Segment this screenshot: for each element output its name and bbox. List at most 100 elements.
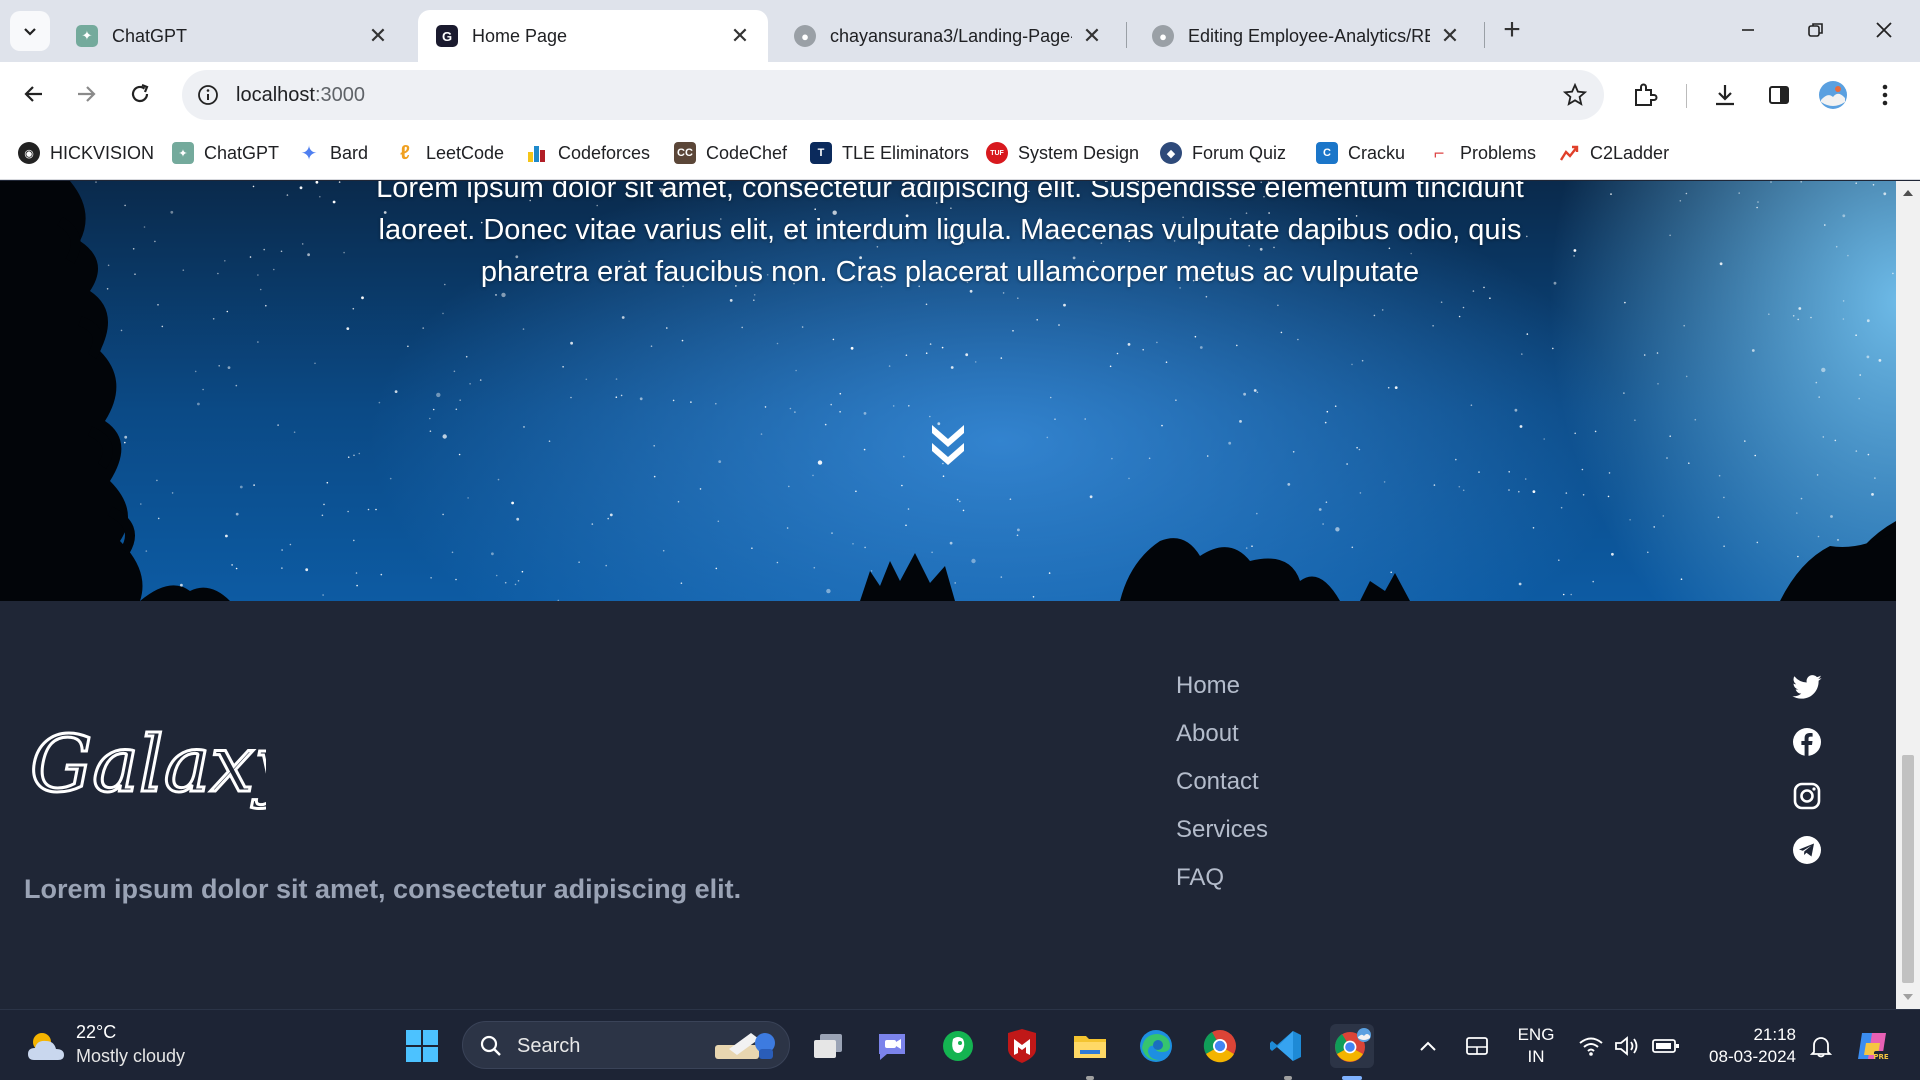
footer-link-home[interactable]: Home [1176,671,1268,719]
weather-temperature[interactable]: 22°C [76,1022,116,1043]
bookmark-c2ladder[interactable]: C2Ladder [1558,138,1669,168]
bookmark-tle-eliminators[interactable]: T TLE Eliminators [810,138,969,168]
back-button[interactable] [14,74,54,114]
edge-browser-icon[interactable] [1134,1024,1178,1068]
close-window-button[interactable] [1854,8,1914,52]
bookmark-bard[interactable]: ✦ Bard [298,138,368,168]
tab-search-button[interactable] [10,11,50,51]
extensions-icon[interactable] [1626,76,1664,114]
bookmark-codechef[interactable]: CC CodeChef [674,138,787,168]
arrow-left-icon [24,86,42,102]
star [653,445,655,447]
telegram-icon[interactable] [1790,833,1824,867]
star [180,583,183,587]
volume-icon[interactable] [1612,1024,1642,1068]
side-panel-icon[interactable] [1760,76,1798,114]
chrome-profile-active-icon[interactable] [1330,1024,1374,1068]
copilot-icon[interactable]: PRE [1852,1024,1892,1068]
star [621,316,625,319]
forward-button[interactable] [66,74,106,114]
tab-github-landing[interactable]: ● chayansurana3/Landing-Page-T ✕ [776,10,1120,62]
system-clock[interactable]: 21:18 08-03-2024 [1696,1024,1796,1068]
star [1669,234,1671,237]
star [1757,201,1759,203]
close-icon[interactable]: ✕ [1440,23,1460,49]
download-icon[interactable] [1706,76,1744,114]
evernote-icon[interactable] [936,1024,980,1068]
bookmark-cracku[interactable]: C Cracku [1316,138,1405,168]
restore-button[interactable] [1786,8,1846,52]
star [323,503,325,506]
footer-link-faq[interactable]: FAQ [1176,863,1268,911]
profile-avatar-icon[interactable] [1814,76,1852,114]
star [852,543,854,545]
footer-link-about[interactable]: About [1176,719,1268,767]
star [465,355,468,358]
bookmark-codeforces[interactable]: Codeforces [526,138,650,168]
vscode-icon[interactable] [1264,1024,1308,1068]
site-info-icon[interactable] [194,81,222,109]
star [1815,381,1818,384]
star [249,256,252,258]
tab-home-page[interactable]: G Home Page ✕ [418,10,768,62]
windows-start-icon[interactable] [400,1024,444,1068]
page-scrollbar[interactable] [1896,181,1920,1009]
battery-icon[interactable] [1650,1024,1682,1068]
star [1866,319,1870,323]
menu-kebab-icon[interactable] [1866,76,1904,114]
close-icon[interactable]: ✕ [1082,23,1102,49]
star [1570,593,1572,596]
close-icon[interactable]: ✕ [368,23,388,49]
mcafee-icon[interactable] [1000,1024,1044,1068]
minimize-button[interactable] [1718,8,1778,52]
bookmark-forum-quiz[interactable]: ◆ Forum Quiz [1160,138,1286,168]
bookmark-hickvision[interactable]: ◉ HICKVISION [18,138,154,168]
address-bar[interactable]: localhost:3000 [182,70,1604,120]
footer-link-services[interactable]: Services [1176,815,1268,863]
chrome-icon[interactable] [1198,1024,1242,1068]
notification-bell-icon[interactable] [1806,1024,1836,1068]
double-chevron-down-icon[interactable] [926,421,970,469]
task-view-icon[interactable] [806,1024,850,1068]
show-hidden-icons-chevron-up-icon[interactable] [1414,1024,1442,1068]
star [1611,552,1614,556]
twitter-icon[interactable] [1790,671,1824,705]
tab-chatgpt[interactable]: ✦ ChatGPT ✕ [58,10,406,62]
star [353,539,355,542]
bookmark-leetcode[interactable]: ℓ LeetCode [394,138,504,168]
reload-button[interactable] [120,74,160,114]
cloudy-weather-icon[interactable] [24,1028,70,1064]
bookmark-label: Cracku [1348,142,1406,163]
star [1394,386,1398,389]
bookmark-star-icon[interactable] [1560,80,1590,110]
bookmark-chatgpt[interactable]: ✦ ChatGPT [172,138,279,168]
tle-icon: T [810,142,832,164]
scrollbar-thumb[interactable] [1902,755,1914,983]
scroll-up-arrow-icon[interactable] [1900,185,1916,201]
taskbar-search-box[interactable]: Search [462,1021,790,1069]
tab-separator [1484,22,1485,48]
star [479,379,482,381]
url-host: localhost [236,84,315,106]
wifi-icon[interactable] [1576,1024,1606,1068]
footer-link-contact[interactable]: Contact [1176,767,1268,815]
facebook-icon[interactable] [1790,725,1824,759]
scroll-down-arrow-icon[interactable] [1900,989,1916,1005]
teams-chat-icon[interactable] [870,1024,914,1068]
instagram-icon[interactable] [1790,779,1824,813]
browser-toolbar: localhost:3000 [0,62,1920,128]
bookmark-system-design[interactable]: TUF System Design [986,138,1139,168]
language-indicator[interactable]: ENG IN [1516,1024,1556,1068]
tab-github-editing[interactable]: ● Editing Employee-Analytics/REA ✕ [1134,10,1478,62]
galaxy-logo[interactable]: Galaxy [26,711,267,821]
close-icon[interactable]: ✕ [730,23,750,49]
touch-keyboard-icon[interactable] [1462,1024,1492,1068]
star [965,353,969,357]
star [1387,386,1390,389]
file-explorer-icon[interactable] [1068,1024,1112,1068]
new-tab-button[interactable]: + [1494,12,1530,48]
star [548,440,551,443]
star [908,405,910,407]
weather-description[interactable]: Mostly cloudy [76,1046,185,1067]
bookmark-problems[interactable]: ⌐ Problems [1428,138,1536,168]
